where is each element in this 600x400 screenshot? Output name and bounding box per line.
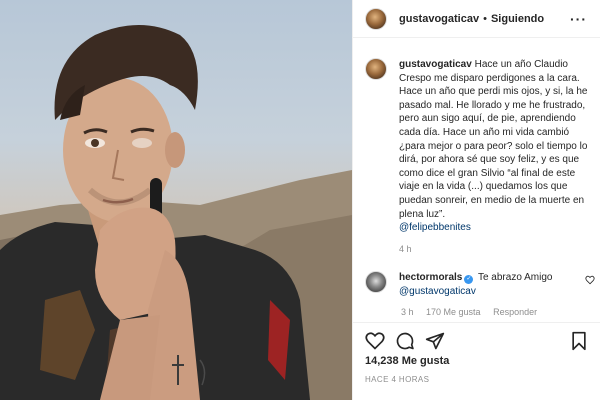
author-avatar[interactable] bbox=[365, 7, 387, 30]
comment-icon[interactable] bbox=[395, 331, 415, 351]
caption-author-avatar[interactable] bbox=[365, 58, 387, 80]
bookmark-icon[interactable] bbox=[569, 331, 589, 351]
author-username[interactable]: gustavogaticav bbox=[399, 13, 479, 25]
caption-username[interactable]: gustavogaticav bbox=[399, 59, 472, 70]
share-icon[interactable] bbox=[425, 331, 445, 351]
comment-item: hectormorals ✓ Te abrazo Amigo @gustavoga… bbox=[365, 271, 595, 299]
comment-reply-button[interactable]: Responder bbox=[493, 307, 537, 317]
post-photo-illustration bbox=[0, 25, 352, 400]
comment-like-heart-icon[interactable] bbox=[585, 275, 595, 285]
verified-badge-icon: ✓ bbox=[464, 275, 474, 284]
post-header: gustavogaticav • Siguiendo ··· bbox=[353, 0, 600, 38]
caption-mention-link[interactable]: @felipebbenites bbox=[399, 222, 471, 233]
comment-mention-link[interactable]: @gustavogaticav bbox=[399, 286, 476, 297]
comment-time[interactable]: 3 h bbox=[401, 307, 414, 317]
post-photo[interactable] bbox=[0, 0, 352, 400]
post-timestamp[interactable]: HACE 4 HORAS bbox=[365, 375, 429, 384]
heart-icon[interactable] bbox=[365, 331, 385, 351]
comment-body: hectormorals ✓ Te abrazo Amigo @gustavoga… bbox=[399, 271, 589, 299]
post-caption: gustavogaticav Hace un año Claudio Cresp… bbox=[365, 58, 595, 256]
post-side-panel: gustavogaticav • Siguiendo ··· gustavoga… bbox=[352, 0, 600, 400]
caption-text: Hace un año Claudio Crespo me disparo pe… bbox=[399, 59, 588, 220]
more-options-icon[interactable]: ··· bbox=[570, 11, 587, 27]
likes-count[interactable]: 14,238 Me gusta bbox=[365, 355, 449, 367]
caption-time[interactable]: 4 h bbox=[399, 243, 595, 257]
separator-dot: • bbox=[483, 12, 487, 25]
comment-text: Te abrazo Amigo bbox=[477, 272, 553, 283]
comment-likes[interactable]: 170 Me gusta bbox=[426, 307, 481, 317]
follow-status-button[interactable]: Siguiendo bbox=[491, 13, 544, 25]
commenter-avatar[interactable] bbox=[365, 271, 387, 293]
comment-meta: 3 h 170 Me gusta Responder bbox=[401, 307, 547, 317]
caption-body: gustavogaticav Hace un año Claudio Cresp… bbox=[399, 58, 595, 256]
commenter-username[interactable]: hectormorals bbox=[399, 272, 462, 283]
